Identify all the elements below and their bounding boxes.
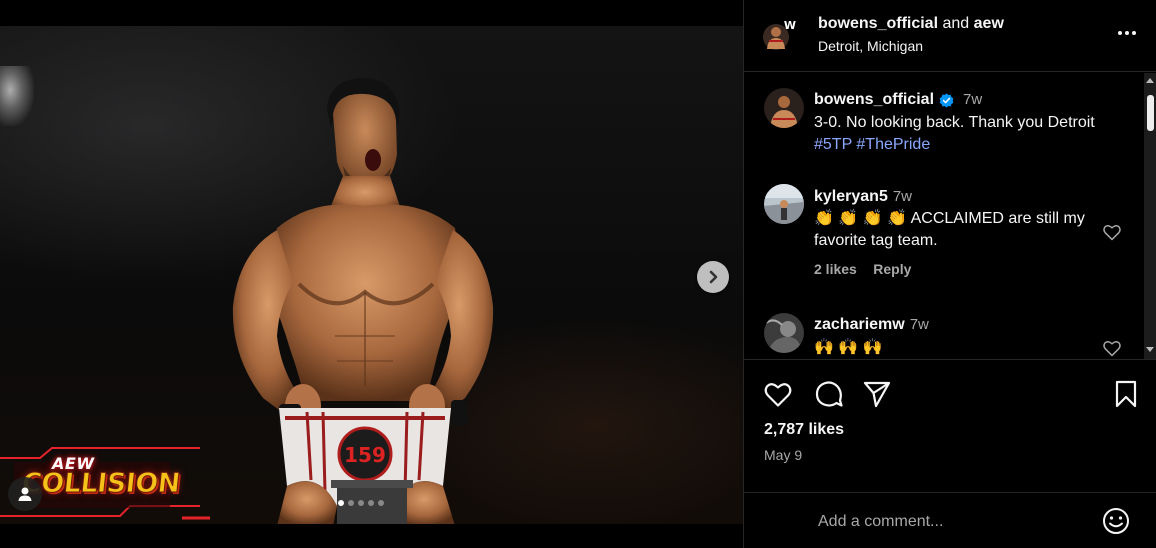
post-header: W bowens_official and aew Detroit, Michi…: [744, 0, 1156, 72]
comment-time[interactable]: 7w: [893, 188, 912, 205]
carousel-dot: [378, 500, 384, 506]
likes-count[interactable]: 2,787 likes: [764, 421, 844, 439]
add-comment-bar: [744, 492, 1156, 548]
collision-logo-text: COLLISION: [20, 468, 182, 500]
post-location[interactable]: Detroit, Michigan: [818, 38, 923, 54]
tagged-users-button[interactable]: [8, 477, 42, 511]
add-comment-input[interactable]: [818, 512, 1088, 532]
clap-emoji: 👏 👏 👏 👏: [814, 210, 908, 227]
post-actions: 2,787 likes May 9: [744, 361, 1156, 491]
hashtag-link[interactable]: #ThePride: [856, 136, 930, 153]
scroll-up-arrow[interactable]: [1146, 78, 1154, 83]
comment-likes[interactable]: 2 likes: [814, 261, 857, 277]
carousel-dot: [338, 500, 344, 506]
comment-text: 👏 👏 👏 👏 ACCLAIMED are still my favorite …: [814, 208, 1094, 252]
caption-username[interactable]: bowens_official: [814, 90, 934, 110]
chevron-right-icon: [709, 270, 718, 284]
post-details-panel: W bowens_official and aew Detroit, Michi…: [743, 0, 1156, 548]
comment-username[interactable]: kyleryan5: [814, 188, 888, 205]
comment-text: 🙌 🙌 🙌: [814, 337, 1094, 359]
scroll-down-arrow[interactable]: [1146, 347, 1154, 352]
svg-text:W: W: [784, 19, 796, 32]
user-icon: [18, 487, 32, 501]
emoji-icon[interactable]: [1101, 506, 1131, 536]
comment: kyleryan5 7w 👏 👏 👏 👏 ACCLAIMED are still …: [814, 187, 1094, 279]
caption-text: 3-0. No looking back. Thank you Detroit: [814, 114, 1095, 131]
post-author-line: bowens_official and aew: [818, 15, 1004, 33]
commenter-avatar[interactable]: [764, 184, 804, 224]
comment: zachariemw 7w 🙌 🙌 🙌: [814, 315, 1094, 359]
svg-text:159: 159: [344, 443, 386, 467]
carousel-indicator: [338, 500, 384, 506]
caption-hashtags: #5TP #ThePride: [814, 134, 1144, 156]
post-date[interactable]: May 9: [764, 447, 802, 463]
more-icon[interactable]: [1114, 22, 1140, 44]
scrollbar-thumb[interactable]: [1147, 95, 1154, 131]
raised-hands-emoji: 🙌 🙌 🙌: [814, 339, 883, 356]
caption-avatar[interactable]: [764, 88, 804, 128]
like-icon[interactable]: [762, 378, 794, 410]
reply-button[interactable]: Reply: [873, 261, 911, 277]
stage-light: [0, 66, 34, 126]
carousel-dot: [358, 500, 364, 506]
caption: bowens_official 7w 3-0. No looking back.…: [814, 90, 1144, 156]
collaborator-username[interactable]: aew: [974, 15, 1004, 32]
carousel-dot: [348, 500, 354, 506]
heart-icon[interactable]: [1102, 222, 1122, 242]
caption-time[interactable]: 7w: [963, 90, 982, 110]
author-username[interactable]: bowens_official: [818, 15, 938, 32]
comments-list: bowens_official 7w 3-0. No looking back.…: [744, 73, 1156, 360]
commenter-avatar[interactable]: [764, 313, 804, 353]
wrestler-figure: 159: [232, 78, 494, 524]
comment-username[interactable]: zachariemw: [814, 316, 905, 333]
comment-icon[interactable]: [813, 378, 845, 410]
carousel-next-button[interactable]: [697, 261, 729, 293]
comment-meta: 2 likes Reply: [814, 261, 1094, 279]
collab-avatar[interactable]: W: [762, 17, 796, 53]
post-photo: 159 AEW COLLISION: [0, 26, 743, 524]
share-icon[interactable]: [861, 378, 893, 410]
post-media: 159 AEW COLLISION: [0, 0, 743, 548]
bookmark-icon[interactable]: [1110, 378, 1142, 410]
comment-time[interactable]: 7w: [910, 316, 929, 333]
hashtag-link[interactable]: #5TP: [814, 136, 852, 153]
author-connector: and: [942, 15, 970, 32]
carousel-dot: [368, 500, 374, 506]
heart-icon[interactable]: [1102, 338, 1122, 358]
verified-icon: [939, 92, 954, 108]
